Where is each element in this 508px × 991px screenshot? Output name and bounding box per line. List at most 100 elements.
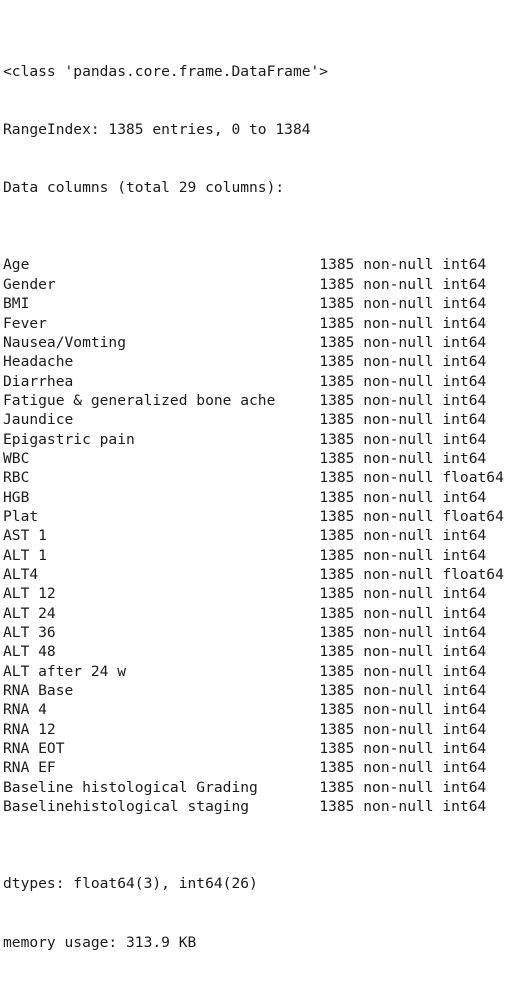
column-name: Age — [3, 256, 320, 274]
column-name: RNA Base — [3, 682, 320, 700]
column-info-row: ALT 1 1385 non-null int64 — [3, 546, 508, 565]
column-info-row: Fever 1385 non-null int64 — [3, 314, 508, 333]
column-dtype: int64 — [442, 391, 487, 409]
column-dtype: int64 — [442, 295, 487, 313]
column-non-null-count: 1385 — [319, 275, 355, 293]
column-name: Jaundice — [3, 411, 320, 429]
column-null-label: non-null — [363, 662, 434, 680]
column-name: ALT 24 — [3, 604, 320, 622]
column-info-row: Baseline histological Grading 1385 non-n… — [3, 778, 508, 797]
column-non-null-count: 1385 — [319, 662, 355, 680]
column-name: WBC — [3, 449, 320, 467]
column-dtype: int64 — [442, 662, 487, 680]
column-info-row: ALT 12 1385 non-null int64 — [3, 584, 508, 603]
column-null-label: non-null — [363, 469, 434, 487]
column-name: ALT after 24 w — [3, 662, 320, 680]
column-info-row: AST 1 1385 non-null int64 — [3, 526, 508, 545]
column-null-label: non-null — [363, 256, 434, 274]
column-dtype: int64 — [442, 449, 487, 467]
column-non-null-count: 1385 — [319, 604, 355, 622]
column-null-label: non-null — [363, 604, 434, 622]
column-non-null-count: 1385 — [319, 759, 355, 777]
column-info-row: WBC 1385 non-null int64 — [3, 449, 508, 468]
column-dtype: int64 — [442, 353, 487, 371]
column-info-row: Diarrhea 1385 non-null int64 — [3, 372, 508, 391]
column-info-row: Jaundice 1385 non-null int64 — [3, 410, 508, 429]
column-null-label: non-null — [363, 314, 434, 332]
column-dtype: int64 — [442, 604, 487, 622]
column-info-list: Age 1385 non-null int64 Gender 1385 non-n… — [3, 255, 508, 816]
column-null-label: non-null — [363, 720, 434, 738]
column-null-label: non-null — [363, 778, 434, 796]
column-non-null-count: 1385 — [319, 507, 355, 525]
column-null-label: non-null — [363, 546, 434, 564]
column-info-row: Nausea/Vomting 1385 non-null int64 — [3, 333, 508, 352]
column-non-null-count: 1385 — [319, 314, 355, 332]
column-null-label: non-null — [363, 372, 434, 390]
column-dtype: int64 — [442, 740, 487, 758]
column-name: AST 1 — [3, 527, 320, 545]
column-info-row: Baselinehistological staging 1385 non-nu… — [3, 797, 508, 816]
column-dtype: int64 — [442, 643, 487, 661]
column-non-null-count: 1385 — [319, 449, 355, 467]
column-info-row: Headache 1385 non-null int64 — [3, 352, 508, 371]
column-non-null-count: 1385 — [319, 469, 355, 487]
column-non-null-count: 1385 — [319, 720, 355, 738]
column-name: BMI — [3, 295, 320, 313]
column-non-null-count: 1385 — [319, 778, 355, 796]
column-info-row: RNA 4 1385 non-null int64 — [3, 700, 508, 719]
column-dtype: int64 — [442, 372, 487, 390]
column-info-row: BMI 1385 non-null int64 — [3, 294, 508, 313]
column-dtype: int64 — [442, 411, 487, 429]
column-name: Gender — [3, 275, 320, 293]
column-info-row: Plat 1385 non-null float64 — [3, 507, 508, 526]
column-dtype: float64 — [442, 469, 504, 487]
column-null-label: non-null — [363, 333, 434, 351]
column-info-row: Epigastric pain 1385 non-null int64 — [3, 430, 508, 449]
column-info-row: RNA Base 1385 non-null int64 — [3, 681, 508, 700]
column-non-null-count: 1385 — [319, 295, 355, 313]
column-name: RNA EOT — [3, 740, 320, 758]
column-info-row: ALT 48 1385 non-null int64 — [3, 642, 508, 661]
column-dtype: int64 — [442, 682, 487, 700]
column-non-null-count: 1385 — [319, 411, 355, 429]
column-info-row: Fatigue & generalized bone ache 1385 non… — [3, 391, 508, 410]
column-non-null-count: 1385 — [319, 701, 355, 719]
column-non-null-count: 1385 — [319, 682, 355, 700]
column-dtype: int64 — [442, 720, 487, 738]
column-null-label: non-null — [363, 565, 434, 583]
column-null-label: non-null — [363, 353, 434, 371]
column-null-label: non-null — [363, 449, 434, 467]
column-dtype: int64 — [442, 778, 487, 796]
column-null-label: non-null — [363, 391, 434, 409]
column-null-label: non-null — [363, 507, 434, 525]
column-name: Epigastric pain — [3, 430, 320, 448]
column-name: Diarrhea — [3, 372, 320, 390]
column-name: ALT 36 — [3, 624, 320, 641]
column-name: Plat — [3, 507, 320, 525]
column-null-label: non-null — [363, 488, 434, 506]
column-name: RNA 12 — [3, 720, 320, 738]
column-name: ALT 48 — [3, 643, 320, 661]
column-info-row: RNA EOT 1385 non-null int64 — [3, 739, 508, 758]
column-dtype: int64 — [442, 275, 487, 293]
column-non-null-count: 1385 — [319, 256, 355, 274]
column-info-row: HGB 1385 non-null int64 — [3, 488, 508, 507]
column-name: ALT 12 — [3, 585, 320, 603]
column-dtype: int64 — [442, 624, 487, 641]
column-name: Headache — [3, 353, 320, 371]
column-dtype: int64 — [442, 585, 487, 603]
column-non-null-count: 1385 — [319, 527, 355, 545]
column-dtype: int64 — [442, 527, 487, 545]
column-name: HGB — [3, 488, 320, 506]
column-null-label: non-null — [363, 759, 434, 777]
column-info-row: ALT4 1385 non-null float64 — [3, 565, 508, 584]
column-null-label: non-null — [363, 682, 434, 700]
column-name: RBC — [3, 469, 320, 487]
column-non-null-count: 1385 — [319, 488, 355, 506]
column-null-label: non-null — [363, 527, 434, 545]
column-name: Nausea/Vomting — [3, 333, 320, 351]
column-info-row: RNA 12 1385 non-null int64 — [3, 720, 508, 739]
dataframe-info-output: <class 'pandas.core.frame.DataFrame'> Ra… — [0, 0, 508, 951]
column-non-null-count: 1385 — [319, 333, 355, 351]
